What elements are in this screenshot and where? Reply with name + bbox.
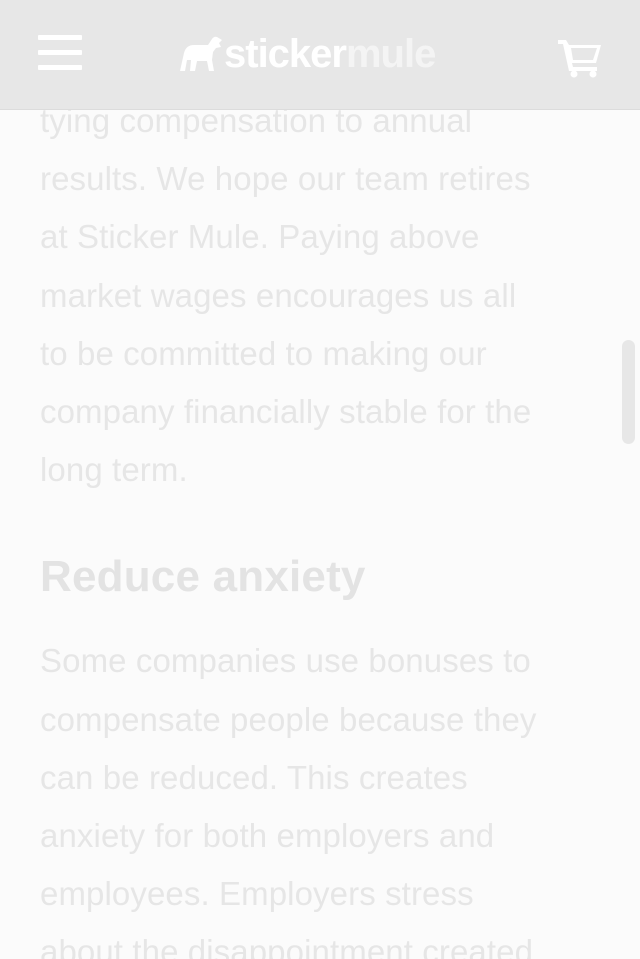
- brand-name-mule: mule: [345, 32, 436, 76]
- cart-button[interactable]: [556, 36, 604, 78]
- paragraph-compensation: tying compensation to annual results. We…: [40, 92, 600, 499]
- top-nav-bar: sticker mule: [0, 0, 640, 110]
- text-line: long term.: [40, 451, 188, 489]
- text-line: Some companies use bonuses to: [40, 642, 531, 680]
- paragraph-anxiety: Some companies use bonuses to compensate…: [40, 632, 600, 959]
- shopping-cart-icon: [558, 40, 601, 78]
- text-line: company financially stable for the: [40, 393, 532, 431]
- text-line: results. We hope our team retires: [40, 160, 531, 198]
- text-line: market wages encourages us all: [40, 276, 517, 314]
- brand-logo[interactable]: sticker mule: [178, 30, 436, 78]
- text-line: employees. Employers stress: [40, 875, 474, 913]
- menu-button[interactable]: [38, 33, 82, 73]
- text-line: anxiety for both employers and: [40, 817, 495, 855]
- brand-name-sticker: sticker: [224, 32, 347, 76]
- text-line: compensate people because they: [40, 700, 537, 738]
- hamburger-menu-icon: [38, 50, 82, 55]
- page: sticker mule tying compensation to annual…: [0, 0, 640, 959]
- text-line: to be committed to making our: [40, 334, 487, 372]
- text-line: at Sticker Mule. Paying above: [40, 218, 480, 256]
- text-line: can be reduced. This creates: [40, 758, 468, 796]
- mule-logo-icon: [180, 36, 222, 71]
- hamburger-menu-icon: [38, 35, 82, 40]
- article-body: tying compensation to annual results. We…: [40, 92, 600, 959]
- text-line: about the disappointment created: [40, 933, 534, 959]
- hamburger-menu-icon: [38, 65, 82, 70]
- scrollbar[interactable]: [622, 340, 635, 444]
- section-heading: Reduce anxiety: [40, 552, 366, 602]
